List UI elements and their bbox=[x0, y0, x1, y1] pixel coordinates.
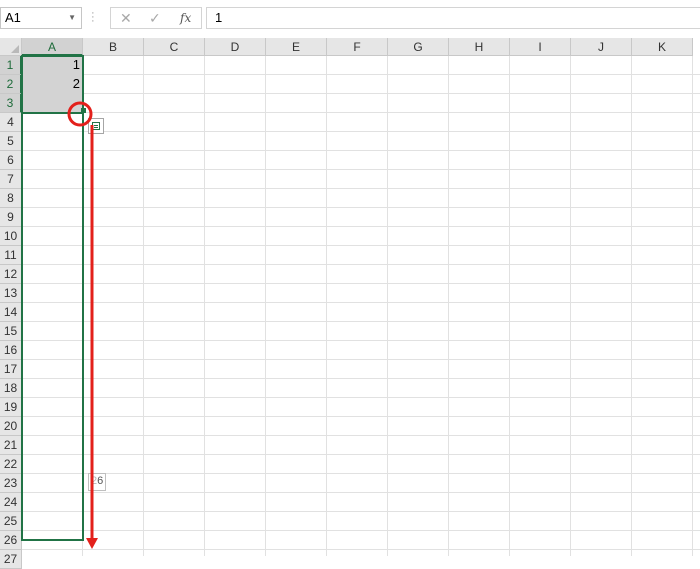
name-box[interactable]: A1 ▼ bbox=[0, 7, 82, 29]
row-header-2[interactable]: 2 bbox=[0, 75, 22, 94]
formula-buttons: ✕ ✓ fx bbox=[110, 7, 202, 29]
row-header-4[interactable]: 4 bbox=[0, 113, 22, 132]
column-header-c[interactable]: C bbox=[144, 38, 205, 56]
column-header-b[interactable]: B bbox=[83, 38, 144, 56]
column-header-a[interactable]: A bbox=[22, 38, 83, 56]
row-header-19[interactable]: 19 bbox=[0, 398, 22, 417]
name-box-value: A1 bbox=[5, 10, 21, 25]
row-header-1[interactable]: 1 bbox=[0, 56, 22, 75]
enter-icon[interactable]: ✓ bbox=[149, 10, 161, 27]
row-header-15[interactable]: 15 bbox=[0, 322, 22, 341]
fill-preview-range bbox=[21, 55, 84, 541]
row-header-13[interactable]: 13 bbox=[0, 284, 22, 303]
row-header-20[interactable]: 20 bbox=[0, 417, 22, 436]
auto-fill-options-icon[interactable] bbox=[88, 118, 104, 134]
row-header-18[interactable]: 18 bbox=[0, 379, 22, 398]
tooltip-value: 6 bbox=[97, 475, 104, 487]
row-header-9[interactable]: 9 bbox=[0, 208, 22, 227]
row-header-3[interactable]: 3 bbox=[0, 94, 22, 113]
cancel-icon[interactable]: ✕ bbox=[120, 10, 132, 27]
column-header-f[interactable]: F bbox=[327, 38, 388, 56]
row-header-8[interactable]: 8 bbox=[0, 189, 22, 208]
column-header-k[interactable]: K bbox=[632, 38, 693, 56]
row-header-10[interactable]: 10 bbox=[0, 227, 22, 246]
row-header-16[interactable]: 16 bbox=[0, 341, 22, 360]
column-header-g[interactable]: G bbox=[388, 38, 449, 56]
insert-function-icon[interactable]: fx bbox=[180, 11, 191, 25]
column-header-i[interactable]: I bbox=[510, 38, 571, 56]
cell-a2[interactable]: 2 bbox=[22, 75, 83, 94]
row-header-6[interactable]: 6 bbox=[0, 151, 22, 170]
row-header-17[interactable]: 17 bbox=[0, 360, 22, 379]
column-header-d[interactable]: D bbox=[205, 38, 266, 56]
row-header-24[interactable]: 24 bbox=[0, 493, 22, 512]
cell-a3[interactable] bbox=[22, 94, 83, 113]
column-header-e[interactable]: E bbox=[266, 38, 327, 56]
row-header-12[interactable]: 12 bbox=[0, 265, 22, 284]
cell-a1[interactable]: 1 bbox=[22, 56, 83, 75]
fill-value-tooltip: 26 bbox=[88, 473, 107, 491]
select-all-button[interactable] bbox=[0, 38, 22, 56]
row-header-7[interactable]: 7 bbox=[0, 170, 22, 189]
row-header-21[interactable]: 21 bbox=[0, 436, 22, 455]
cell-area[interactable]: 1 2 bbox=[21, 55, 700, 556]
row-header-27[interactable]: 27 bbox=[0, 550, 22, 569]
row-header-14[interactable]: 14 bbox=[0, 303, 22, 322]
row-header-26[interactable]: 26 bbox=[0, 531, 22, 550]
formula-input[interactable]: 1 bbox=[206, 7, 700, 29]
row-header-5[interactable]: 5 bbox=[0, 132, 22, 151]
name-box-dropdown-icon[interactable]: ▼ bbox=[68, 8, 76, 28]
row-header-23[interactable]: 23 bbox=[0, 474, 22, 493]
column-header-h[interactable]: H bbox=[449, 38, 510, 56]
formula-bar-grip-icon[interactable]: · · · bbox=[91, 8, 95, 27]
column-header-j[interactable]: J bbox=[571, 38, 632, 56]
formula-bar: A1 ▼ · · · ✕ ✓ fx 1 bbox=[0, 0, 700, 38]
row-header-25[interactable]: 25 bbox=[0, 512, 22, 531]
row-header-11[interactable]: 11 bbox=[0, 246, 22, 265]
row-header-22[interactable]: 22 bbox=[0, 455, 22, 474]
